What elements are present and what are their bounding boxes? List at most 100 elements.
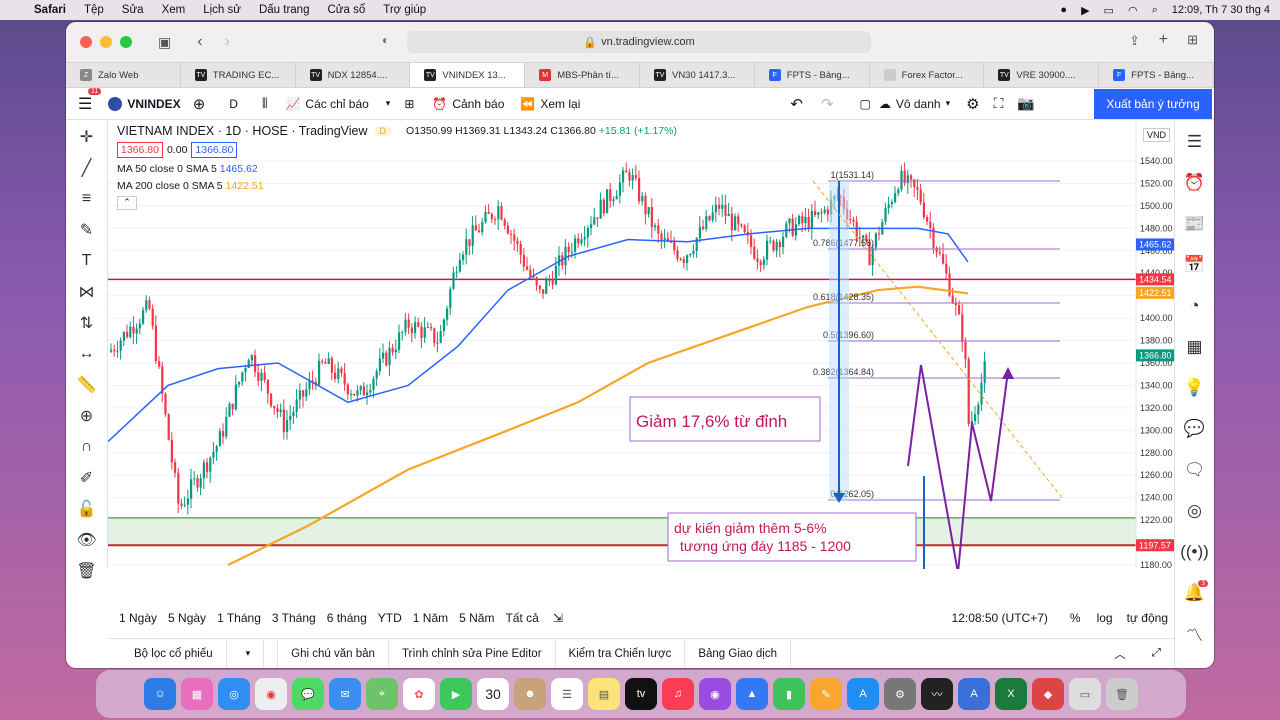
period-1m[interactable]: 1 Tháng <box>217 611 261 625</box>
menu-edit[interactable]: Sửa <box>122 4 144 16</box>
lock-icon[interactable]: 🔓 <box>66 493 107 524</box>
layouts-icon[interactable]: ⊞ <box>404 97 414 111</box>
contacts-icon[interactable]: ☻ <box>514 678 546 710</box>
trash-icon[interactable]: 🗑 <box>66 555 107 586</box>
percent-toggle[interactable]: % <box>1070 611 1081 625</box>
sidebar-icon[interactable]: ▣ <box>158 34 171 51</box>
menu-history[interactable]: Lịch sử <box>203 4 241 16</box>
search-icon[interactable]: ⌕ <box>1152 4 1158 17</box>
magnet-icon[interactable]: ∩ <box>66 431 107 462</box>
news-icon[interactable]: 📰 <box>1175 203 1214 244</box>
brush-icon[interactable]: ✎ <box>66 214 107 245</box>
period-ytd[interactable]: YTD <box>378 611 402 625</box>
pattern-icon[interactable]: ⋈ <box>66 276 107 307</box>
menu-help[interactable]: Trợ giúp <box>383 4 426 16</box>
menu-icon[interactable]: ☰ 11 <box>78 87 102 114</box>
numbers-icon[interactable]: ▮ <box>773 678 805 710</box>
finder-icon[interactable]: ☺ <box>144 678 176 710</box>
tab-pine-editor[interactable]: Trình chỉnh sửa Pine Editor <box>389 638 556 668</box>
notes-icon[interactable]: ▤ <box>588 678 620 710</box>
mail-icon[interactable]: ✉ <box>329 678 361 710</box>
text-icon[interactable]: T <box>66 245 107 276</box>
shield-icon[interactable]: ◐ <box>382 33 389 47</box>
appletv-icon[interactable]: tv <box>625 678 657 710</box>
layout-button[interactable]: ▢ <box>860 97 871 111</box>
appstore-icon[interactable]: A <box>847 678 879 710</box>
log-toggle[interactable]: log <box>1097 611 1113 625</box>
sell-price[interactable]: 1366.80 <box>117 142 163 158</box>
minimize-icon[interactable] <box>100 36 112 48</box>
fib-icon[interactable]: ≡ <box>66 183 107 214</box>
menu-view[interactable]: Xem <box>162 4 186 16</box>
buy-price[interactable]: 1366.80 <box>191 142 238 158</box>
record-icon[interactable]: ● <box>1060 4 1067 16</box>
calendar-icon[interactable]: 30 <box>477 678 509 710</box>
ideas-icon[interactable]: 💡 <box>1175 367 1214 408</box>
interval-button[interactable]: D <box>229 97 238 111</box>
expand-panel-icon[interactable]: ︿ <box>1101 639 1139 669</box>
maps-icon[interactable]: ⌖ <box>366 678 398 710</box>
tab-0[interactable]: Z Zalo Web <box>66 63 181 87</box>
anydesk-icon[interactable]: ◆ <box>1032 678 1064 710</box>
auto-toggle[interactable]: tự động <box>1127 611 1168 625</box>
maximize-panel-icon[interactable]: ⤢ <box>1139 639 1174 669</box>
new-tab-icon[interactable]: + <box>1159 31 1168 49</box>
messages-icon[interactable]: 🗨 <box>1175 449 1214 490</box>
hotlist-icon[interactable]: ◔ <box>1175 285 1214 326</box>
clock-time[interactable]: 12:08:50 (UTC+7) <box>952 611 1048 625</box>
tab-2[interactable]: TV NDX 12854.... <box>296 63 411 87</box>
help-icon[interactable]: ◎ <box>1175 490 1214 531</box>
tab-7[interactable]: Forex Factor... <box>870 63 985 87</box>
url-bar[interactable]: 🔒 vn.tradingview.com <box>407 31 871 53</box>
reminders-icon[interactable]: ☰ <box>551 678 583 710</box>
messages-icon[interactable]: 💬 <box>292 678 324 710</box>
period-6m[interactable]: 6 tháng <box>327 611 367 625</box>
indicators-button[interactable]: 📈 Các chỉ báo ▾ <box>285 97 390 111</box>
facetime-icon[interactable]: ▶ <box>440 678 472 710</box>
fullscreen-icon[interactable]: ⛶ <box>994 95 1004 112</box>
zoom-icon[interactable] <box>120 36 132 48</box>
collapse-legend-icon[interactable]: ⌃ <box>117 196 137 210</box>
menu-file[interactable]: Tệp <box>84 4 104 16</box>
tab-1[interactable]: TV TRADING EC... <box>181 63 296 87</box>
measure-arrow-icon[interactable]: ↔ <box>66 338 107 369</box>
tab-8[interactable]: TV VRE 30900.... <box>984 63 1100 87</box>
play-icon[interactable]: ▶ <box>1081 4 1089 17</box>
prediction-icon[interactable]: ⇅ <box>66 307 107 338</box>
menu-window[interactable]: Cửa sổ <box>327 4 365 16</box>
battery-icon[interactable]: ▭ <box>1104 4 1114 17</box>
menu-bookmarks[interactable]: Dấu trang <box>259 4 310 16</box>
tab-trading-panel[interactable]: Bảng Giao dịch <box>685 638 791 668</box>
safari-icon[interactable]: ◎ <box>218 678 250 710</box>
chat-icon[interactable]: 💬 <box>1175 408 1214 449</box>
currency-select[interactable]: VND <box>1142 128 1170 142</box>
camera-icon[interactable]: 📷 <box>1017 95 1034 112</box>
redo-icon[interactable]: ↷ <box>821 95 834 113</box>
symbol-search[interactable]: VNINDEX <box>108 96 181 111</box>
trendline-icon[interactable]: ╱ <box>66 152 107 183</box>
calendar-icon[interactable]: 📅 <box>1175 244 1214 285</box>
pages-icon[interactable]: ✎ <box>810 678 842 710</box>
period-1y[interactable]: 1 Năm <box>413 611 448 625</box>
zoom-in-icon[interactable]: ⊕ <box>66 400 107 431</box>
lock-drawing-icon[interactable]: ✐ <box>66 462 107 493</box>
chrome-icon[interactable]: ◉ <box>255 678 287 710</box>
documents-icon[interactable]: ▭ <box>1069 678 1101 710</box>
period-3m[interactable]: 3 Tháng <box>272 611 316 625</box>
system-prefs-icon[interactable]: ⚙ <box>884 678 916 710</box>
excel-icon[interactable]: X <box>995 678 1027 710</box>
forward-icon[interactable]: › <box>225 33 230 51</box>
crosshair-icon[interactable]: ✛ <box>66 121 107 152</box>
publish-button[interactable]: Xuất bản ý tưởng <box>1094 89 1212 119</box>
share-icon[interactable]: ⇪ <box>1129 33 1140 49</box>
undo-icon[interactable]: ↶ <box>790 95 803 113</box>
tab-6[interactable]: F FPTS - Bảng... <box>755 63 870 87</box>
alert-button[interactable]: ⏰ Cảnh báo <box>432 97 504 111</box>
stream-icon[interactable]: ((•)) <box>1175 531 1214 572</box>
music-icon[interactable]: ♫ <box>662 678 694 710</box>
trending-icon[interactable]: 〽 <box>1175 613 1214 654</box>
tab-screener[interactable]: Bộ lọc cổ phiếu ▾ <box>108 638 279 668</box>
tab-3[interactable]: TV VNINDEX 13... <box>410 63 526 87</box>
period-5y[interactable]: 5 Năm <box>459 611 494 625</box>
preview-icon[interactable]: A <box>958 678 990 710</box>
